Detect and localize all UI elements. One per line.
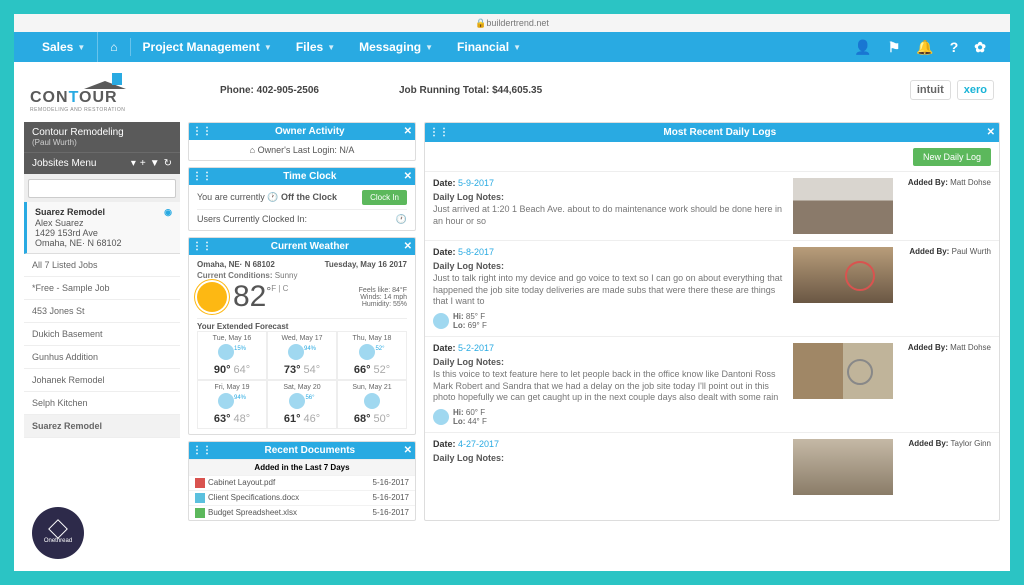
close-icon[interactable]: ✕: [404, 241, 412, 252]
job-filter[interactable]: All 7 Listed Jobs: [24, 254, 180, 277]
menu-messaging[interactable]: Messaging▼: [347, 32, 445, 62]
log-date-link[interactable]: 5-2-2017: [458, 343, 494, 353]
user-icon[interactable]: 👤: [846, 39, 879, 56]
menu-financial[interactable]: Financial▼: [445, 32, 533, 62]
jobsite-search: [24, 174, 180, 202]
file-icon: [195, 493, 205, 503]
drag-icon[interactable]: ⋮⋮: [429, 127, 449, 138]
clock-in-button[interactable]: Clock In: [362, 190, 407, 205]
sidebar: Contour Remodeling (Paul Wurth) Jobsites…: [24, 122, 180, 521]
status-dot-icon: ◉: [164, 207, 172, 218]
menu-files[interactable]: Files▼: [284, 32, 347, 62]
plus-icon[interactable]: +: [140, 158, 146, 169]
menu-project-management[interactable]: Project Management▼: [131, 32, 284, 62]
log-date-link[interactable]: 5-9-2017: [458, 178, 494, 188]
drag-icon[interactable]: ⋮⋮: [192, 171, 212, 182]
weather-icon: [359, 344, 375, 360]
document-row[interactable]: Budget Spreadsheet.xlsx5-16-2017: [189, 505, 415, 520]
file-icon: [195, 478, 205, 488]
drag-icon[interactable]: ⋮⋮: [192, 445, 212, 456]
daily-log-row: Date: 5-8-2017 Daily Log Notes: Just to …: [425, 240, 999, 336]
weather-icon: [364, 393, 380, 409]
sidebar-job-item[interactable]: 453 Jones St: [24, 300, 180, 323]
weather-icon: [433, 409, 449, 425]
home-icon: ⌂: [250, 145, 255, 155]
new-daily-log-button[interactable]: New Daily Log: [913, 148, 991, 166]
daily-log-row: Date: 4-27-2017 Daily Log Notes: Added B…: [425, 432, 999, 501]
weather-icon: [433, 313, 449, 329]
current-job[interactable]: Suarez Remodel◉ Alex Suarez 1429 153rd A…: [24, 202, 180, 254]
log-thumbnail[interactable]: [793, 178, 893, 234]
sidebar-job-item[interactable]: Johanek Remodel: [24, 369, 180, 392]
forecast-cell: Fri, May 1994%63° 48°: [197, 380, 267, 429]
close-icon[interactable]: ✕: [987, 127, 995, 138]
panel-daily-logs: ⋮⋮Most Recent Daily Logs✕ New Daily Log …: [424, 122, 1000, 521]
bell-icon[interactable]: 🔔: [908, 39, 941, 56]
weather-icon: [288, 344, 304, 360]
log-date-link[interactable]: 4-27-2017: [458, 439, 499, 449]
gear-icon[interactable]: ✿: [966, 39, 994, 56]
log-thumbnail[interactable]: [793, 439, 893, 495]
browser-url-bar: 🔒 buildertrend.net: [14, 14, 1010, 32]
cube-icon: [48, 519, 68, 539]
document-row[interactable]: Client Specifications.docx5-16-2017: [189, 490, 415, 505]
flag-icon[interactable]: ⚑: [880, 39, 909, 56]
weather-icon: [218, 344, 234, 360]
badge-xero[interactable]: xero: [957, 80, 994, 100]
sidebar-job-item[interactable]: Selph Kitchen: [24, 392, 180, 415]
sun-icon: [197, 282, 227, 312]
log-thumbnail[interactable]: [793, 247, 893, 303]
sidebar-job-item[interactable]: Suarez Remodel: [24, 415, 180, 438]
onethread-badge: Onethread: [32, 507, 84, 559]
search-input[interactable]: [28, 179, 176, 198]
sidebar-job-item[interactable]: Gunhus Addition: [24, 346, 180, 369]
close-icon[interactable]: ✕: [404, 126, 412, 137]
log-thumbnail[interactable]: [793, 343, 893, 399]
filter-icon[interactable]: ▼: [150, 158, 160, 169]
chevron-down-icon[interactable]: ▾: [131, 158, 136, 169]
file-icon: [195, 508, 205, 518]
drag-icon[interactable]: ⋮⋮: [192, 241, 212, 252]
badge-intuit[interactable]: intuit: [910, 80, 951, 100]
panel-recent-documents: ⋮⋮Recent Documents✕ Added in the Last 7 …: [188, 441, 416, 521]
refresh-icon[interactable]: ↻: [164, 158, 172, 169]
forecast-cell: Sat, May 2056°61° 46°: [267, 380, 337, 429]
close-icon[interactable]: ✕: [404, 171, 412, 182]
sidebar-job-item[interactable]: Dukich Basement: [24, 323, 180, 346]
weather-icon: [289, 393, 305, 409]
question-icon[interactable]: ?: [942, 39, 967, 55]
forecast-cell: Thu, May 1852°66° 52°: [337, 331, 407, 380]
drag-icon[interactable]: ⋮⋮: [192, 126, 212, 137]
panel-owner-activity: ⋮⋮Owner Activity✕ ⌂ Owner's Last Login: …: [188, 122, 416, 161]
log-date-link[interactable]: 5-8-2017: [458, 247, 494, 257]
jobsites-menu[interactable]: Jobsites Menu ▾ + ▼ ↻: [24, 152, 180, 174]
clock-icon: 🕐: [396, 214, 407, 225]
panel-weather: ⋮⋮Current Weather✕ Omaha, NE· N 68102Tue…: [188, 237, 416, 435]
home-icon: ⌂: [110, 40, 117, 54]
panel-time-clock: ⋮⋮Time Clock✕ You are currently 🕐 Off th…: [188, 167, 416, 231]
main-menubar: Sales▼ ⌂ Project Management▼ Files▼ Mess…: [14, 32, 1010, 62]
forecast-cell: Tue, May 1615%90° 64°: [197, 331, 267, 380]
daily-log-row: Date: 5-2-2017 Daily Log Notes: Is this …: [425, 336, 999, 432]
menu-sales[interactable]: Sales▼: [30, 32, 98, 62]
forecast-cell: Wed, May 1794%73° 54°: [267, 331, 337, 380]
company-header: Contour Remodeling (Paul Wurth): [24, 122, 180, 152]
page-header: CONTOUR REMODELING AND RESTORATION Phone…: [14, 62, 1010, 118]
clock-icon: 🕐: [267, 192, 278, 202]
sidebar-job-item[interactable]: *Free - Sample Job: [24, 277, 180, 300]
close-icon[interactable]: ✕: [404, 445, 412, 456]
weather-icon: [218, 393, 234, 409]
forecast-cell: Sun, May 2168° 50°: [337, 380, 407, 429]
document-row[interactable]: Cabinet Layout.pdf5-16-2017: [189, 475, 415, 490]
logo: CONTOUR REMODELING AND RESTORATION: [30, 67, 180, 113]
daily-log-row: Date: 5-9-2017 Daily Log Notes: Just arr…: [425, 171, 999, 240]
menu-home[interactable]: ⌂: [98, 32, 129, 62]
